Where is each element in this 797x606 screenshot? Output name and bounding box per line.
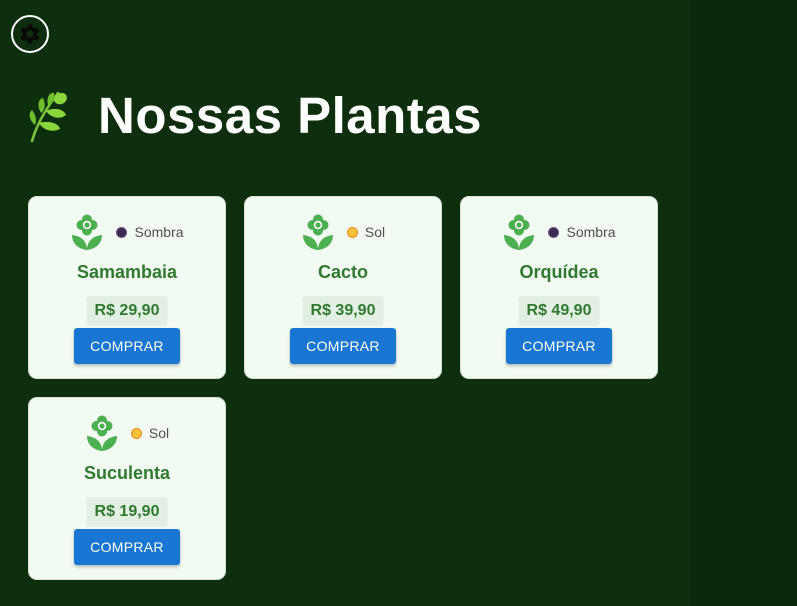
page-header: Nossas Plantas — [24, 88, 482, 144]
light-indicator: Sombra — [116, 224, 184, 240]
light-indicator: Sol — [346, 224, 386, 240]
flower-icon — [302, 214, 333, 250]
flower-icon — [72, 214, 103, 250]
price-tag: R$ 49,90 — [518, 296, 600, 326]
sun-dot-icon — [346, 226, 358, 238]
sun-dot-icon — [130, 427, 142, 439]
buy-button[interactable]: COMPRAR — [506, 328, 612, 364]
light-indicator: Sombra — [548, 224, 616, 240]
plant-name: Samambaia — [76, 262, 178, 282]
light-label: Sol — [148, 425, 170, 441]
price-tag: R$ 39,90 — [302, 296, 384, 326]
background-strip — [690, 0, 797, 606]
buy-button[interactable]: COMPRAR — [74, 529, 180, 565]
price-tag: R$ 19,90 — [86, 497, 168, 527]
plant-name: Orquídea — [519, 262, 599, 282]
plant-name: Suculenta — [83, 463, 171, 483]
plant-card-samambaia: Sombra Samambaia R$ 29,90 COMPRAR — [28, 196, 226, 379]
light-label: Sombra — [566, 224, 616, 240]
light-label: Sol — [364, 224, 386, 240]
flower-icon — [504, 214, 535, 250]
shade-dot-icon — [548, 226, 560, 238]
light-label: Sombra — [134, 224, 184, 240]
page-title: Nossas Plantas — [98, 87, 483, 144]
price-tag: R$ 29,90 — [86, 296, 168, 326]
flower-icon — [86, 415, 117, 451]
plant-name: Cacto — [317, 262, 368, 282]
light-indicator: Sol — [130, 425, 170, 441]
plant-card-cacto: Sol Cacto R$ 39,90 COMPRAR — [244, 196, 442, 379]
leaf-icon — [29, 91, 67, 143]
gear-icon — [20, 24, 40, 44]
plant-card-suculenta: Sol Suculenta R$ 19,90 COMPRAR — [28, 397, 226, 580]
plant-card-orquidea: Sombra Orquídea R$ 49,90 COMPRAR — [460, 196, 658, 379]
buy-button[interactable]: COMPRAR — [290, 328, 396, 364]
buy-button[interactable]: COMPRAR — [74, 328, 180, 364]
settings-button[interactable] — [11, 15, 49, 53]
shade-dot-icon — [116, 226, 128, 238]
